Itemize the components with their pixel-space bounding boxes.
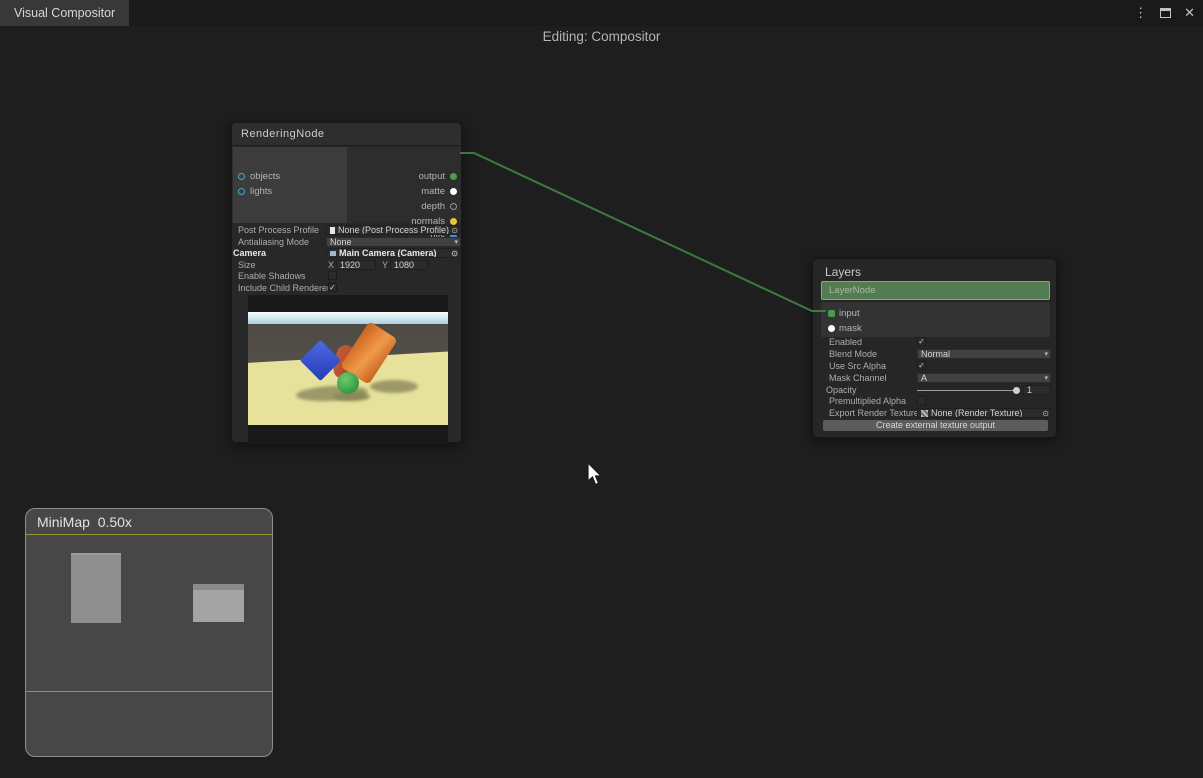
blend-mode-label: Blend Mode	[829, 349, 877, 359]
camera-value: Main Camera (Camera)	[339, 248, 437, 258]
port-objects-label: objects	[250, 171, 280, 182]
size-x-input[interactable]: 1920	[336, 260, 376, 270]
port-input-label: input	[839, 308, 860, 319]
profile-doc-icon	[330, 227, 335, 234]
tab-title: Visual Compositor	[14, 6, 115, 20]
scene-shadow	[370, 380, 418, 393]
rendering-node[interactable]: RenderingNode objects lights output matt…	[231, 122, 462, 443]
antialiasing-mode-value: None	[330, 237, 352, 247]
minimap-label: MiniMap	[37, 514, 90, 530]
minimap-title: MiniMap 0.50x	[37, 514, 132, 530]
minimap-viewport-top-edge	[26, 534, 272, 535]
minimap-viewport-bottom-edge	[26, 691, 272, 692]
input-ports-panel	[233, 147, 347, 223]
include-child-renderers-label: Include Child Renderers	[238, 283, 335, 293]
export-render-texture-label: Export Render Texture	[829, 408, 919, 418]
port-lights[interactable]	[238, 188, 245, 195]
enable-shadows-label: Enable Shadows	[238, 271, 306, 281]
port-mask[interactable]	[828, 325, 835, 332]
wire-output-to-input[interactable]	[460, 153, 826, 311]
layers-panel-title: Layers	[825, 265, 861, 279]
mask-channel-value: A	[921, 373, 927, 383]
enabled-label: Enabled	[829, 337, 862, 347]
window-controls: ⋮ ✕	[1134, 0, 1195, 26]
premultiplied-alpha-checkbox[interactable]	[917, 396, 926, 405]
opacity-slider-knob[interactable]	[1013, 387, 1020, 394]
rendering-node-ports: objects lights output matte depth normal…	[232, 147, 461, 223]
camera-field[interactable]: Main Camera (Camera) ⊙	[326, 248, 460, 258]
mask-channel-dropdown[interactable]: A ▾	[917, 373, 1051, 383]
minimap-panel[interactable]: MiniMap 0.50x	[25, 508, 273, 757]
chevron-down-icon: ▾	[1044, 350, 1048, 359]
object-picker-icon[interactable]: ⊙	[451, 226, 458, 235]
port-matte-label: matte	[421, 186, 445, 197]
layers-panel[interactable]: Layers LayerNode input mask Enabled ✓ Bl…	[812, 258, 1057, 438]
scene-sky	[248, 312, 448, 324]
export-render-texture-value: None (Render Texture)	[931, 408, 1022, 418]
preview-scene	[248, 312, 448, 425]
enable-shadows-checkbox[interactable]	[328, 271, 337, 280]
mask-channel-label: Mask Channel	[829, 373, 887, 383]
minimap-rendering-node-rect	[71, 553, 121, 623]
size-y-input[interactable]: 1080	[390, 260, 428, 270]
use-src-alpha-checkbox[interactable]: ✓	[917, 361, 926, 370]
post-process-profile-value: None (Post Process Profile)	[338, 225, 449, 235]
size-x-label: X	[328, 260, 334, 270]
camera-label: Camera	[233, 248, 266, 258]
premultiplied-alpha-label: Premultiplied Alpha	[829, 396, 906, 406]
port-objects[interactable]	[238, 173, 245, 180]
create-external-texture-output-button[interactable]: Create external texture output	[823, 420, 1048, 431]
port-depth-label: depth	[421, 201, 445, 212]
port-input[interactable]	[828, 310, 835, 317]
editing-label: Editing: Compositor	[0, 29, 1203, 44]
texture-picker-icon[interactable]: ⊙	[1042, 409, 1049, 418]
port-matte[interactable]	[450, 188, 457, 195]
port-output[interactable]	[450, 173, 457, 180]
post-process-profile-label: Post Process Profile	[238, 225, 319, 235]
layer-node-ports: input mask	[821, 302, 1050, 337]
port-output-label: output	[419, 171, 445, 182]
maximize-icon[interactable]	[1160, 8, 1171, 18]
mouse-cursor	[587, 462, 605, 488]
window-titlebar: Visual Compositor ⋮ ✕	[0, 0, 1203, 26]
camera-picker-icon[interactable]: ⊙	[451, 249, 458, 258]
export-render-texture-field[interactable]: None (Render Texture) ⊙	[917, 408, 1051, 418]
size-y-label: Y	[382, 260, 388, 270]
opacity-value-field[interactable]: 1	[1023, 385, 1051, 395]
include-child-renderers-checkbox[interactable]: ✓	[328, 283, 337, 292]
kebab-menu-icon[interactable]: ⋮	[1134, 0, 1147, 26]
port-normals[interactable]	[450, 218, 457, 225]
size-label: Size	[238, 260, 256, 270]
camera-icon	[330, 251, 336, 256]
close-icon[interactable]: ✕	[1184, 0, 1195, 26]
port-lights-label: lights	[250, 186, 272, 197]
scene-shadow	[334, 392, 370, 401]
chevron-down-icon: ▾	[1044, 374, 1048, 383]
opacity-slider-track[interactable]	[917, 390, 1017, 391]
render-texture-icon	[921, 410, 928, 417]
port-mask-label: mask	[839, 323, 862, 334]
layer-node-header[interactable]: LayerNode	[821, 281, 1050, 300]
antialiasing-mode-dropdown[interactable]: None ▾	[326, 237, 461, 247]
rendering-node-title[interactable]: RenderingNode	[232, 123, 461, 146]
use-src-alpha-label: Use Src Alpha	[829, 361, 886, 371]
blend-mode-value: Normal	[921, 349, 950, 359]
chevron-down-icon: ▾	[454, 238, 458, 247]
scene-sphere	[337, 372, 359, 394]
tab-visual-compositor[interactable]: Visual Compositor	[0, 0, 129, 26]
antialiasing-mode-label: Antialiasing Mode	[238, 237, 309, 247]
opacity-label: Opacity	[826, 385, 857, 395]
minimap-zoom-level: 0.50x	[98, 514, 132, 530]
blend-mode-dropdown[interactable]: Normal ▾	[917, 349, 1051, 359]
enabled-checkbox[interactable]: ✓	[917, 337, 926, 346]
post-process-profile-field[interactable]: None (Post Process Profile) ⊙	[326, 225, 460, 235]
minimap-layer-node-rect	[193, 584, 244, 622]
port-depth[interactable]	[450, 203, 457, 210]
render-preview	[248, 295, 448, 444]
